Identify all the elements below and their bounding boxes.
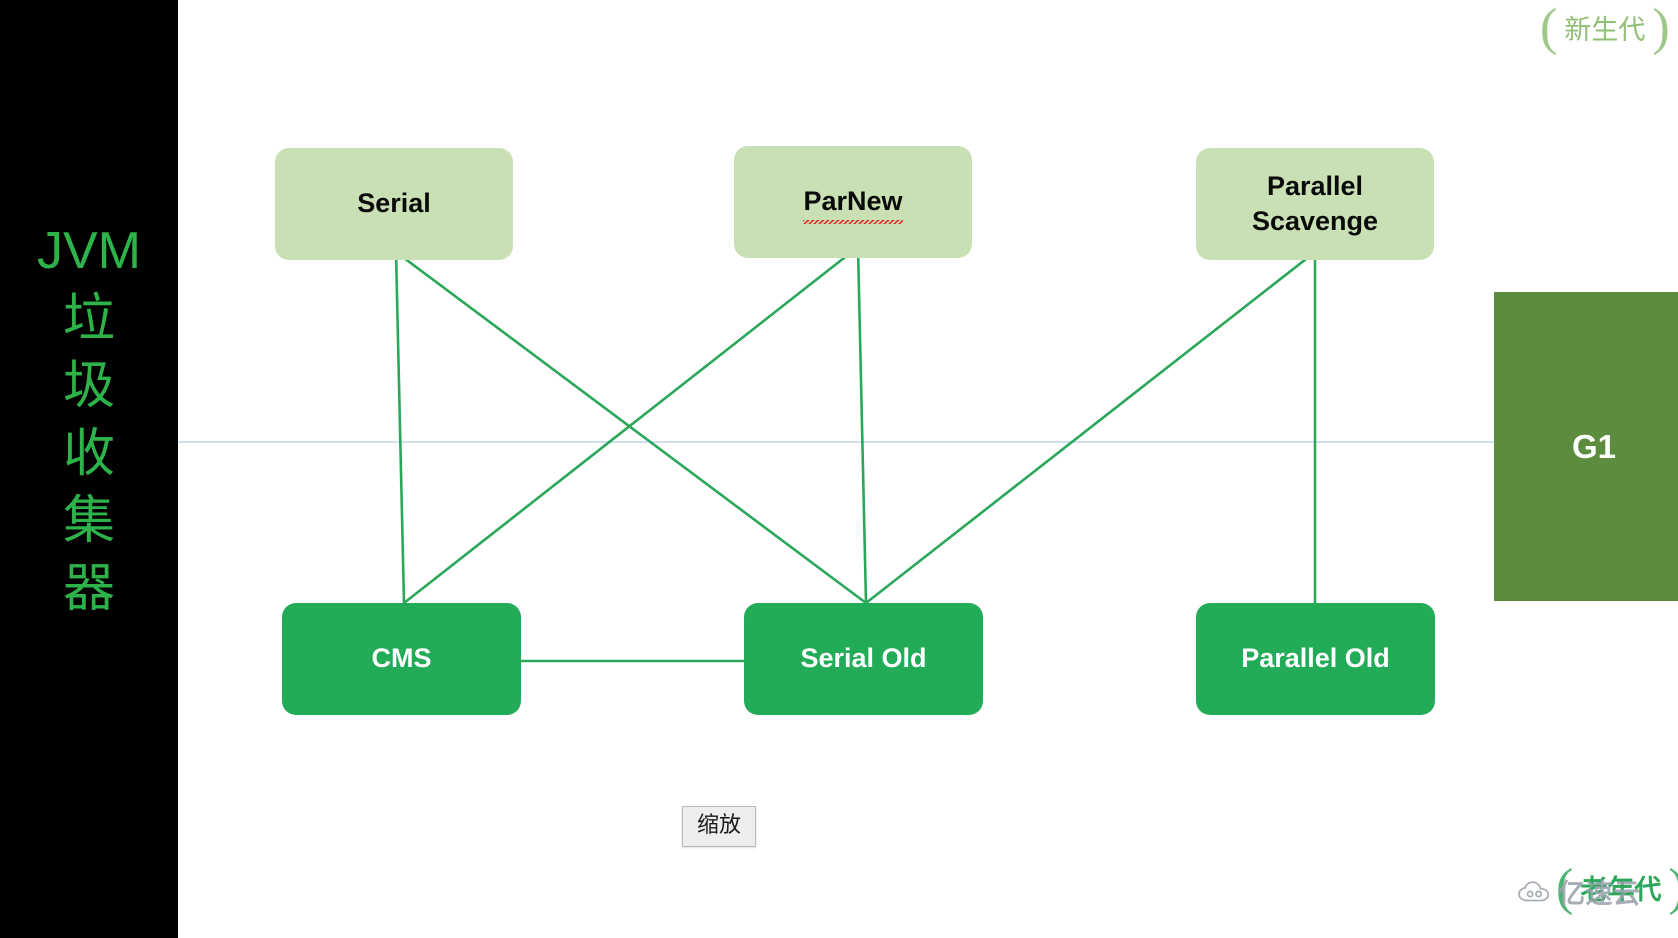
node-parallel-scavenge[interactable]: Parallel Scavenge: [1196, 148, 1434, 260]
zoom-tooltip-label: 缩放: [697, 812, 742, 837]
node-parallel-old-label: Parallel Old: [1241, 643, 1390, 674]
node-serial-old[interactable]: Serial Old: [744, 603, 983, 715]
node-serial-old-label: Serial Old: [800, 643, 927, 674]
node-serial[interactable]: Serial: [275, 148, 513, 260]
bracket-right-icon: ): [1652, 0, 1670, 56]
label-young-generation-text: 新生代: [1564, 15, 1646, 45]
horizontal-guide-line: [178, 441, 1678, 443]
node-cms-label: CMS: [371, 643, 432, 674]
sidebar: JVM 垃 圾 收 集 器: [0, 0, 178, 938]
bracket-right-icon: ): [1668, 861, 1678, 914]
screenshot-root: JVM 垃 圾 收 集 器 Serial ParNew Parallel Sca…: [0, 0, 1678, 938]
node-serial-label: Serial: [357, 188, 431, 219]
label-young-generation: ( 新生代 ): [1540, 0, 1670, 56]
zoom-tooltip[interactable]: 缩放: [682, 806, 757, 847]
diagram-canvas: [178, 0, 1678, 938]
watermark-text: 亿速云: [1558, 879, 1641, 909]
node-parnew[interactable]: ParNew: [734, 146, 972, 258]
node-g1-label: G1: [1571, 427, 1617, 465]
node-parallel-scavenge-label: Parallel Scavenge: [1251, 170, 1379, 236]
node-g1[interactable]: G1: [1494, 292, 1678, 601]
sidebar-title: JVM 垃 圾 收 集 器: [37, 222, 141, 618]
watermark: 亿速云: [1518, 872, 1641, 911]
bracket-left-icon: (: [1540, 0, 1558, 56]
node-cms[interactable]: CMS: [282, 603, 521, 715]
node-parallel-old[interactable]: Parallel Old: [1196, 603, 1435, 715]
cloud-icon: [1518, 880, 1550, 901]
node-parnew-label: ParNew: [803, 184, 903, 224]
